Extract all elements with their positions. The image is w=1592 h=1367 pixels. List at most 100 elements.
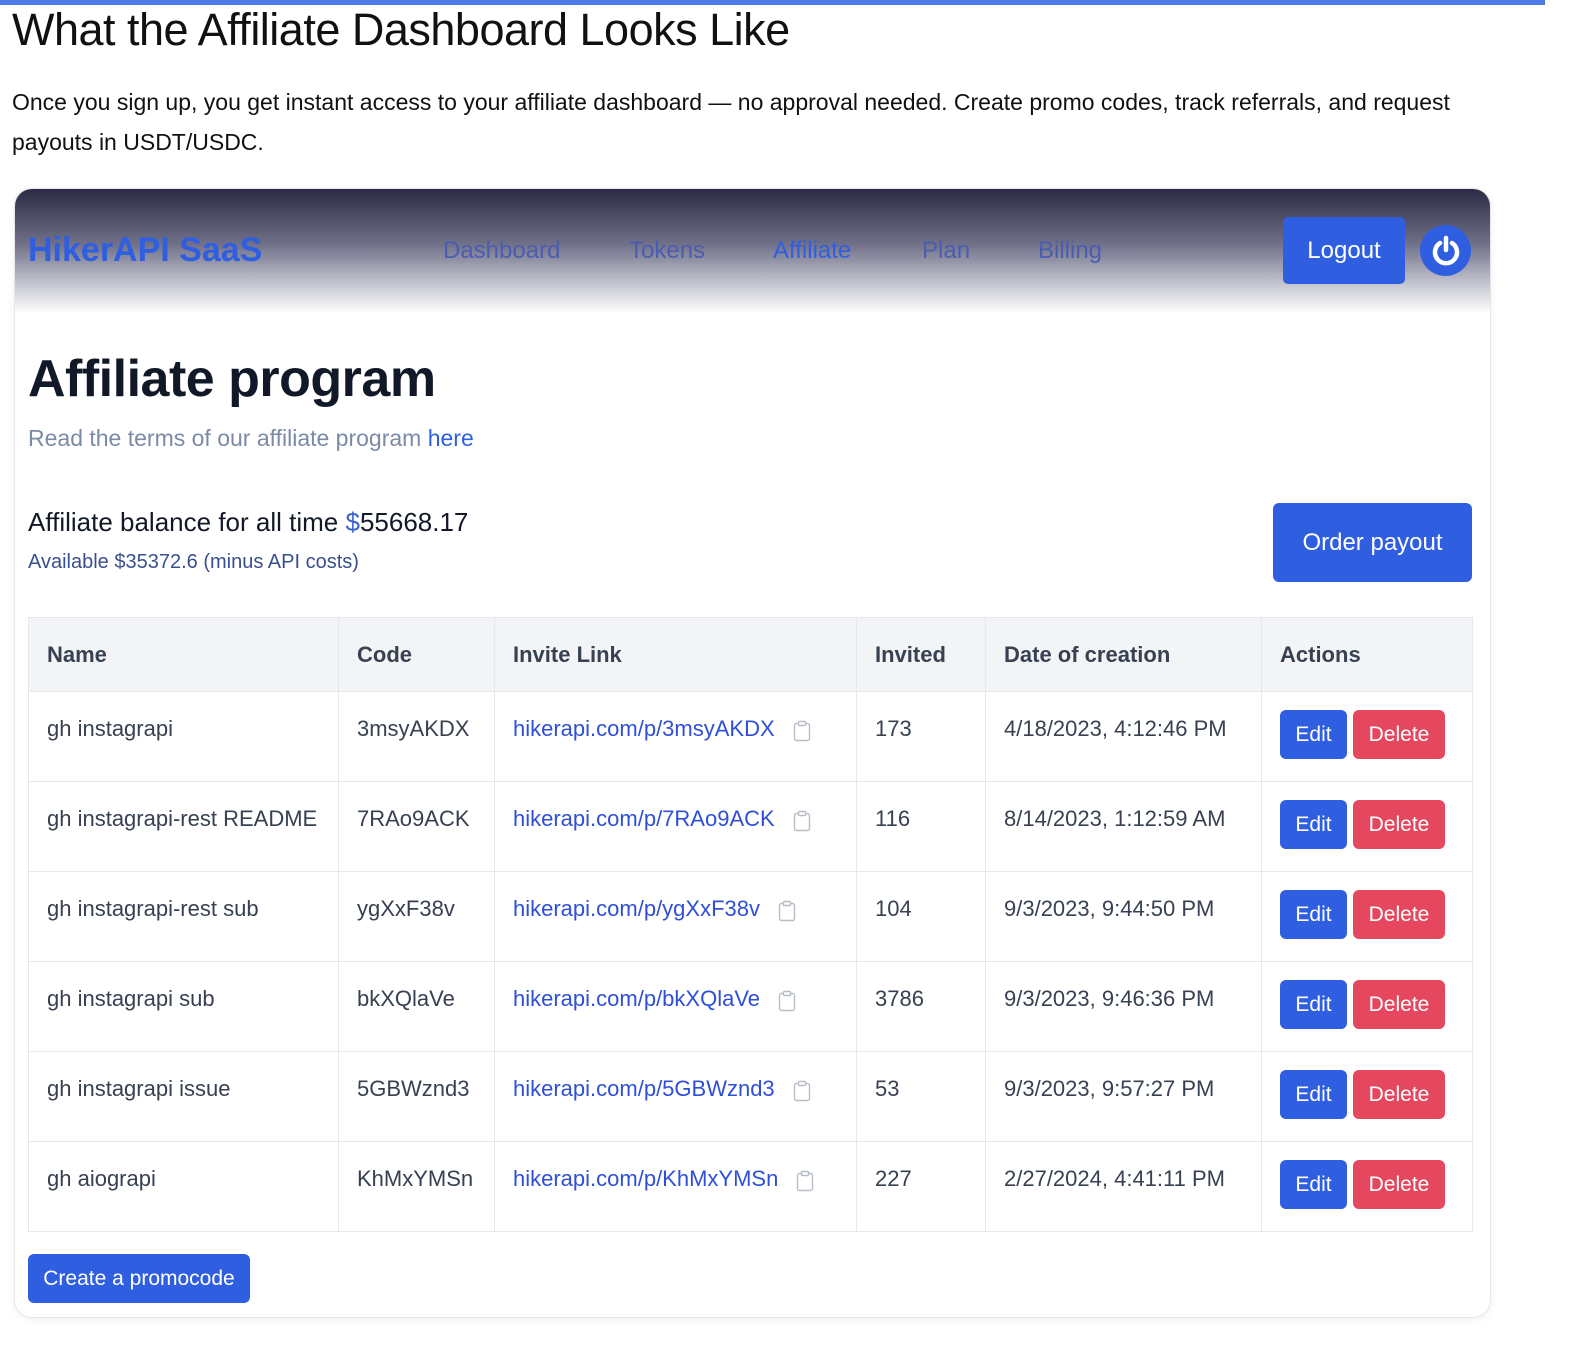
invite-link[interactable]: hikerapi.com/p/KhMxYMSn bbox=[513, 1166, 778, 1191]
column-header-date: Date of creation bbox=[985, 617, 1262, 692]
edit-button[interactable]: Edit bbox=[1280, 1070, 1347, 1119]
creation-date: 4/18/2023, 4:12:46 PM bbox=[1004, 716, 1227, 741]
clipboard-icon[interactable] bbox=[793, 1080, 811, 1108]
invite-link[interactable]: hikerapi.com/p/ygXxF38v bbox=[513, 896, 760, 921]
table-row: gh instagrapi-rest sub ygXxF38v hikerapi.c… bbox=[28, 871, 1473, 962]
cell-code: 3msyAKDX bbox=[338, 691, 495, 782]
invite-link[interactable]: hikerapi.com/p/7RAo9ACK bbox=[513, 806, 775, 831]
cell-name: gh instagrapi issue bbox=[28, 1051, 339, 1142]
cell-date: 2/27/2024, 4:41:11 PM bbox=[985, 1141, 1262, 1232]
cell-name: gh instagrapi-rest sub bbox=[28, 871, 339, 962]
table-row: gh instagrapi-rest README 7RAo9ACK hikerap… bbox=[28, 781, 1473, 872]
creation-date: 9/3/2023, 9:46:36 PM bbox=[1004, 986, 1215, 1011]
cell-actions: Edit Delete bbox=[1261, 961, 1473, 1052]
edit-button[interactable]: Edit bbox=[1280, 980, 1347, 1029]
cell-invite-link: hikerapi.com/p/KhMxYMSn bbox=[494, 1141, 857, 1232]
brand-logo[interactable]: HikerAPI SaaS bbox=[28, 231, 262, 270]
invited-count: 104 bbox=[875, 896, 912, 921]
cell-date: 9/3/2023, 9:44:50 PM bbox=[985, 871, 1262, 962]
nav-item-billing[interactable]: Billing bbox=[1038, 237, 1102, 265]
promo-name: gh instagrapi issue bbox=[47, 1076, 231, 1101]
cell-invite-link: hikerapi.com/p/7RAo9ACK bbox=[494, 781, 857, 872]
nav-item-dashboard[interactable]: Dashboard bbox=[443, 237, 560, 265]
cell-name: gh aiograpi bbox=[28, 1141, 339, 1232]
invited-count: 3786 bbox=[875, 986, 924, 1011]
affiliate-program-title: Affiliate program bbox=[28, 350, 436, 408]
cell-date: 8/14/2023, 1:12:59 AM bbox=[985, 781, 1262, 872]
invite-link[interactable]: hikerapi.com/p/5GBWznd3 bbox=[513, 1076, 775, 1101]
column-header-invite-link: Invite Link bbox=[494, 617, 857, 692]
column-header-code: Code bbox=[338, 617, 495, 692]
edit-button[interactable]: Edit bbox=[1280, 890, 1347, 939]
promo-name: gh instagrapi-rest README bbox=[47, 806, 318, 831]
delete-button[interactable]: Delete bbox=[1353, 890, 1445, 939]
promo-code: 7RAo9ACK bbox=[357, 806, 470, 831]
cell-code: ygXxF38v bbox=[338, 871, 495, 962]
nav-item-plan[interactable]: Plan bbox=[922, 237, 970, 265]
cell-code: 5GBWznd3 bbox=[338, 1051, 495, 1142]
invited-count: 227 bbox=[875, 1166, 912, 1191]
table-row: gh aiograpi KhMxYMSn hikerapi.com/p/KhMxYM… bbox=[28, 1141, 1473, 1232]
creation-date: 8/14/2023, 1:12:59 AM bbox=[1004, 806, 1226, 831]
cell-actions: Edit Delete bbox=[1261, 1141, 1473, 1232]
cell-name: gh instagrapi sub bbox=[28, 961, 339, 1052]
clipboard-icon[interactable] bbox=[778, 900, 796, 928]
clipboard-icon[interactable] bbox=[796, 1170, 814, 1198]
cell-invite-link: hikerapi.com/p/bkXQlaVe bbox=[494, 961, 857, 1052]
invite-link[interactable]: hikerapi.com/p/bkXQlaVe bbox=[513, 986, 760, 1011]
nav-item-affiliate[interactable]: Affiliate bbox=[773, 237, 851, 265]
cell-date: 9/3/2023, 9:46:36 PM bbox=[985, 961, 1262, 1052]
power-icon[interactable] bbox=[1420, 225, 1471, 276]
balance-value: 55668.17 bbox=[359, 507, 469, 537]
delete-button[interactable]: Delete bbox=[1353, 710, 1445, 759]
table-row: gh instagrapi sub bkXQlaVe hikerapi.com/p/… bbox=[28, 961, 1473, 1052]
cell-invited: 227 bbox=[856, 1141, 986, 1232]
creation-date: 9/3/2023, 9:44:50 PM bbox=[1004, 896, 1215, 921]
terms-link[interactable]: here bbox=[428, 425, 474, 451]
cell-date: 4/18/2023, 4:12:46 PM bbox=[985, 691, 1262, 782]
cell-name: gh instagrapi bbox=[28, 691, 339, 782]
balance-currency: $ bbox=[345, 507, 360, 537]
invite-link[interactable]: hikerapi.com/p/3msyAKDX bbox=[513, 716, 775, 741]
terms-label: Read the terms of our affiliate program bbox=[28, 425, 422, 451]
cell-code: KhMxYMSn bbox=[338, 1141, 495, 1232]
delete-button[interactable]: Delete bbox=[1353, 1070, 1445, 1119]
cell-invited: 53 bbox=[856, 1051, 986, 1142]
clipboard-icon[interactable] bbox=[778, 990, 796, 1018]
promocodes-table: Name Code Invite Link Invited Date of cr… bbox=[28, 617, 1473, 1232]
cell-invited: 173 bbox=[856, 691, 986, 782]
cell-actions: Edit Delete bbox=[1261, 691, 1473, 782]
nav-item-tokens[interactable]: Tokens bbox=[629, 237, 705, 265]
promo-name: gh instagrapi-rest sub bbox=[47, 896, 259, 921]
column-header-invited: Invited bbox=[856, 617, 986, 692]
promo-code: bkXQlaVe bbox=[357, 986, 455, 1011]
invited-count: 53 bbox=[875, 1076, 900, 1101]
cell-actions: Edit Delete bbox=[1261, 871, 1473, 962]
column-header-name: Name bbox=[28, 617, 339, 692]
creation-date: 9/3/2023, 9:57:27 PM bbox=[1004, 1076, 1215, 1101]
create-promocode-button[interactable]: Create a promocode bbox=[28, 1254, 250, 1303]
cell-actions: Edit Delete bbox=[1261, 1051, 1473, 1142]
clipboard-icon[interactable] bbox=[793, 720, 811, 748]
delete-button[interactable]: Delete bbox=[1353, 980, 1445, 1029]
edit-button[interactable]: Edit bbox=[1280, 1160, 1347, 1209]
cell-actions: Edit Delete bbox=[1261, 781, 1473, 872]
promo-code: KhMxYMSn bbox=[357, 1166, 474, 1191]
cell-invited: 104 bbox=[856, 871, 986, 962]
page-intro: Once you sign up, you get instant access… bbox=[12, 89, 1450, 155]
clipboard-icon[interactable] bbox=[793, 810, 811, 838]
invited-count: 173 bbox=[875, 716, 912, 741]
affiliate-balance: Affiliate balance for all time $55668.17 bbox=[28, 507, 468, 538]
delete-button[interactable]: Delete bbox=[1353, 1160, 1445, 1209]
delete-button[interactable]: Delete bbox=[1353, 800, 1445, 849]
cell-name: gh instagrapi-rest README bbox=[28, 781, 339, 872]
edit-button[interactable]: Edit bbox=[1280, 800, 1347, 849]
order-payout-button[interactable]: Order payout bbox=[1273, 503, 1472, 582]
promo-name: gh instagrapi sub bbox=[47, 986, 215, 1011]
cell-invited: 3786 bbox=[856, 961, 986, 1052]
dashboard-screenshot-frame: HikerAPI SaaS Dashboard Tokens Affiliate… bbox=[14, 188, 1491, 1318]
edit-button[interactable]: Edit bbox=[1280, 710, 1347, 759]
creation-date: 2/27/2024, 4:41:11 PM bbox=[1004, 1166, 1225, 1191]
logout-button[interactable]: Logout bbox=[1283, 217, 1405, 284]
cell-invite-link: hikerapi.com/p/5GBWznd3 bbox=[494, 1051, 857, 1142]
